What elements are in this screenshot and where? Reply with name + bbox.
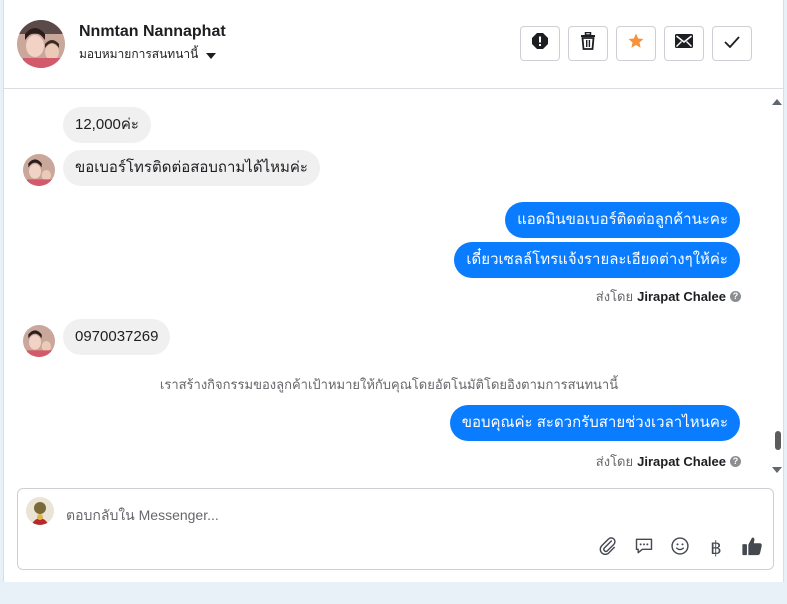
- outgoing-message: ขอบคุณค่ะ สะดวกรับสายช่วงเวลาไหนคะ: [449, 405, 740, 441]
- mark-unread-button[interactable]: [664, 26, 704, 61]
- page-avatar: [26, 497, 54, 525]
- check-icon: [724, 35, 740, 53]
- thumbs-up-icon: [741, 535, 763, 562]
- sent-by-label: ส่งโดย Jirapat Chalee ?: [596, 451, 741, 472]
- caret-down-icon: [205, 48, 216, 62]
- scrollbar-thumb[interactable]: [775, 431, 781, 450]
- assign-conversation-dropdown[interactable]: มอบหมายการสนทนานี้: [79, 45, 216, 64]
- message-thread[interactable]: 12,000ค่ะ ขอเบอร์โทรติดต่อสอบถามได้ไหมค่…: [4, 89, 774, 474]
- page-footer-strip: [0, 582, 787, 604]
- payment-button[interactable]: ฿: [705, 537, 727, 559]
- help-icon[interactable]: ?: [730, 456, 741, 467]
- star-icon: [627, 32, 645, 55]
- mark-done-button[interactable]: [712, 26, 752, 61]
- contact-avatar[interactable]: [17, 20, 65, 68]
- like-button[interactable]: [741, 537, 763, 559]
- trash-icon: [580, 31, 596, 55]
- contact-avatar-small: [23, 325, 55, 357]
- contact-name[interactable]: Nnmtan Nannaphat: [79, 23, 226, 41]
- saved-replies-button[interactable]: [633, 537, 655, 559]
- star-button[interactable]: [616, 26, 656, 61]
- sent-by-prefix: ส่งโดย: [595, 289, 634, 304]
- emoji-button[interactable]: [669, 536, 691, 561]
- emoji-icon: [670, 536, 690, 561]
- reply-input[interactable]: ตอบกลับใน Messenger...: [66, 505, 219, 527]
- system-note: เราสร้างกิจกรรมของลูกค้าเป้าหมายให้กับคุ…: [159, 377, 619, 392]
- attach-button[interactable]: [597, 536, 619, 561]
- sent-by-prefix: ส่งโดย: [595, 454, 634, 469]
- conversation-panel: Nnmtan Nannaphat มอบหมายการสนทนานี้ 12,0…: [3, 0, 784, 582]
- contact-avatar-small: [23, 154, 55, 186]
- scroll-up-arrow[interactable]: [772, 93, 782, 111]
- header-actions: [520, 26, 752, 61]
- incoming-message: ขอเบอร์โทรติดต่อสอบถามได้ไหมค่ะ: [63, 150, 320, 186]
- sent-by-agent[interactable]: Jirapat Chalee: [637, 289, 726, 304]
- mark-spam-button[interactable]: [520, 26, 560, 61]
- saved-reply-icon: [634, 536, 654, 561]
- scroll-down-arrow[interactable]: [772, 461, 782, 479]
- conversation-header: Nnmtan Nannaphat มอบหมายการสนทนานี้: [4, 0, 783, 89]
- incoming-message: 0970037269: [63, 319, 171, 355]
- reply-composer: ตอบกลับใน Messenger... ฿: [17, 488, 774, 570]
- assign-label: มอบหมายการสนทนานี้: [79, 47, 199, 61]
- incoming-message: 12,000ค่ะ: [63, 107, 151, 143]
- outgoing-message: เดี๋ยวเซลล์โทรแจ้งรายละเอียดต่างๆให้ค่ะ: [454, 242, 740, 278]
- delete-button[interactable]: [568, 26, 608, 61]
- paperclip-icon: [598, 536, 618, 561]
- help-icon[interactable]: ?: [730, 291, 741, 302]
- sent-by-label: ส่งโดย Jirapat Chalee ?: [596, 286, 741, 307]
- envelope-icon: [675, 34, 693, 53]
- composer-tools: ฿: [597, 536, 763, 561]
- spam-icon: [531, 32, 549, 55]
- outgoing-message: แอดมินขอเบอร์ติดต่อลูกค้านะคะ: [505, 202, 740, 238]
- sent-by-agent[interactable]: Jirapat Chalee: [637, 454, 726, 469]
- baht-icon: ฿: [710, 537, 722, 558]
